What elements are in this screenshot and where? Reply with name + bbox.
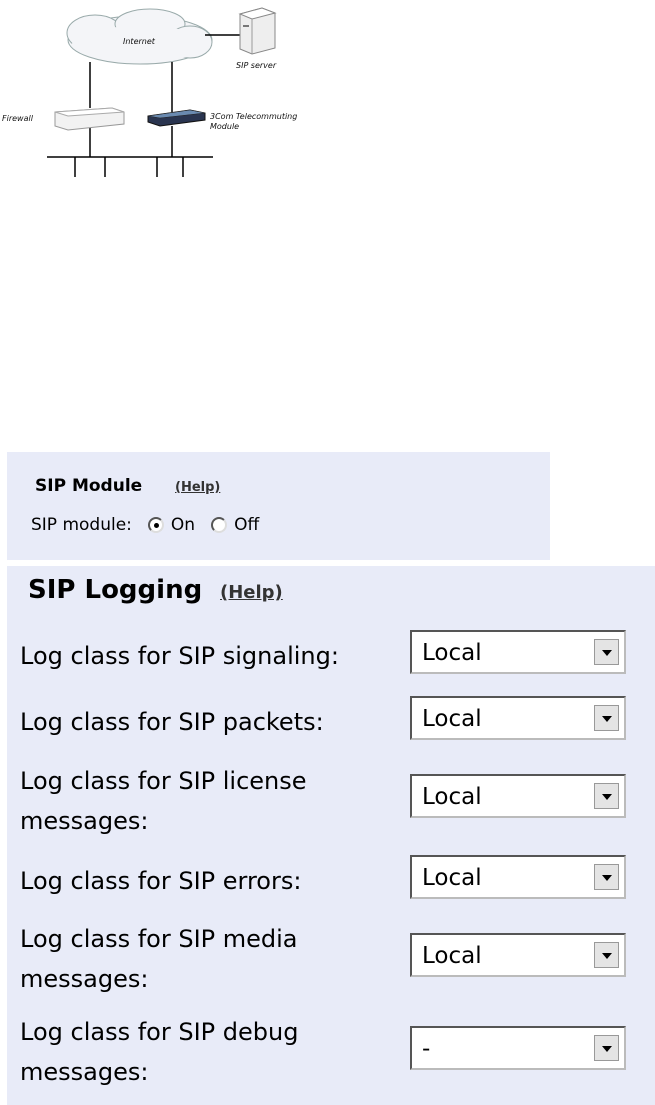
log-media-value: Local bbox=[422, 943, 482, 969]
log-debug-label-line1: Log class for SIP debug bbox=[20, 1018, 299, 1046]
module-label-line2: Module bbox=[210, 122, 240, 131]
sip-logging-title: SIP Logging bbox=[28, 575, 203, 605]
log-media-select[interactable]: Local bbox=[410, 933, 626, 977]
sip-module-title: SIP Module bbox=[35, 476, 143, 496]
log-signaling-select[interactable]: Local bbox=[410, 630, 626, 674]
sip-module-field-label: SIP module: bbox=[31, 515, 132, 535]
log-signaling-value: Local bbox=[422, 640, 482, 666]
sip-module-row: SIP module: On Off bbox=[31, 515, 268, 535]
chevron-down-icon[interactable] bbox=[594, 942, 619, 968]
log-license-select[interactable]: Local bbox=[410, 774, 626, 818]
log-errors-select[interactable]: Local bbox=[410, 855, 626, 899]
network-diagram: Internet SIP server Firewall 3Com Teleco… bbox=[0, 0, 320, 185]
log-errors-value: Local bbox=[422, 865, 482, 891]
chevron-down-icon[interactable] bbox=[594, 864, 619, 890]
firewall-icon bbox=[54, 107, 125, 131]
sip-module-help-link[interactable]: (Help) bbox=[175, 480, 220, 495]
server-icon bbox=[238, 7, 277, 55]
sip-logging-panel: SIP Logging (Help) Log class for SIP sig… bbox=[7, 566, 655, 1105]
log-media-label: Log class for SIP media messages: bbox=[20, 919, 390, 999]
network-diagram-graphic bbox=[47, 7, 277, 177]
log-packets-value: Local bbox=[422, 706, 482, 732]
log-media-label-line2: messages: bbox=[20, 965, 149, 993]
log-media-label-line1: Log class for SIP media bbox=[20, 925, 298, 953]
sip-module-panel: SIP Module (Help) SIP module: On Off bbox=[7, 452, 550, 560]
log-packets-label-line1: Log class for SIP packets: bbox=[20, 708, 324, 736]
log-errors-label: Log class for SIP errors: bbox=[20, 861, 390, 901]
log-license-label-line1: Log class for SIP license bbox=[20, 767, 307, 795]
log-packets-label: Log class for SIP packets: bbox=[20, 702, 390, 742]
radio-on-label: On bbox=[170, 515, 196, 535]
log-license-label: Log class for SIP license messages: bbox=[20, 761, 390, 841]
chevron-down-icon[interactable] bbox=[594, 783, 619, 809]
log-signaling-label: Log class for SIP signaling: bbox=[20, 636, 390, 676]
log-debug-label: Log class for SIP debug messages: bbox=[20, 1012, 390, 1092]
log-debug-value: - bbox=[422, 1036, 431, 1062]
telecommuting-module-icon bbox=[147, 109, 206, 127]
log-packets-select[interactable]: Local bbox=[410, 696, 626, 740]
log-signaling-label-line1: Log class for SIP signaling: bbox=[20, 642, 339, 670]
log-debug-select[interactable]: - bbox=[410, 1026, 626, 1070]
log-debug-label-line2: messages: bbox=[20, 1058, 149, 1086]
internet-label: Internet bbox=[123, 37, 155, 46]
radio-on[interactable] bbox=[147, 517, 164, 533]
firewall-label: Firewall bbox=[2, 114, 33, 123]
sip-logging-help-link[interactable]: (Help) bbox=[220, 582, 283, 603]
log-license-label-line2: messages: bbox=[20, 807, 149, 835]
log-errors-label-line1: Log class for SIP errors: bbox=[20, 867, 302, 895]
radio-off-label: Off bbox=[234, 515, 260, 535]
sip-server-label: SIP server bbox=[236, 61, 277, 70]
chevron-down-icon[interactable] bbox=[594, 639, 619, 665]
log-license-value: Local bbox=[422, 784, 482, 810]
chevron-down-icon[interactable] bbox=[594, 705, 619, 731]
module-label-line1: 3Com Telecommuting bbox=[210, 112, 298, 121]
chevron-down-icon[interactable] bbox=[594, 1035, 619, 1061]
radio-off[interactable] bbox=[211, 517, 228, 533]
